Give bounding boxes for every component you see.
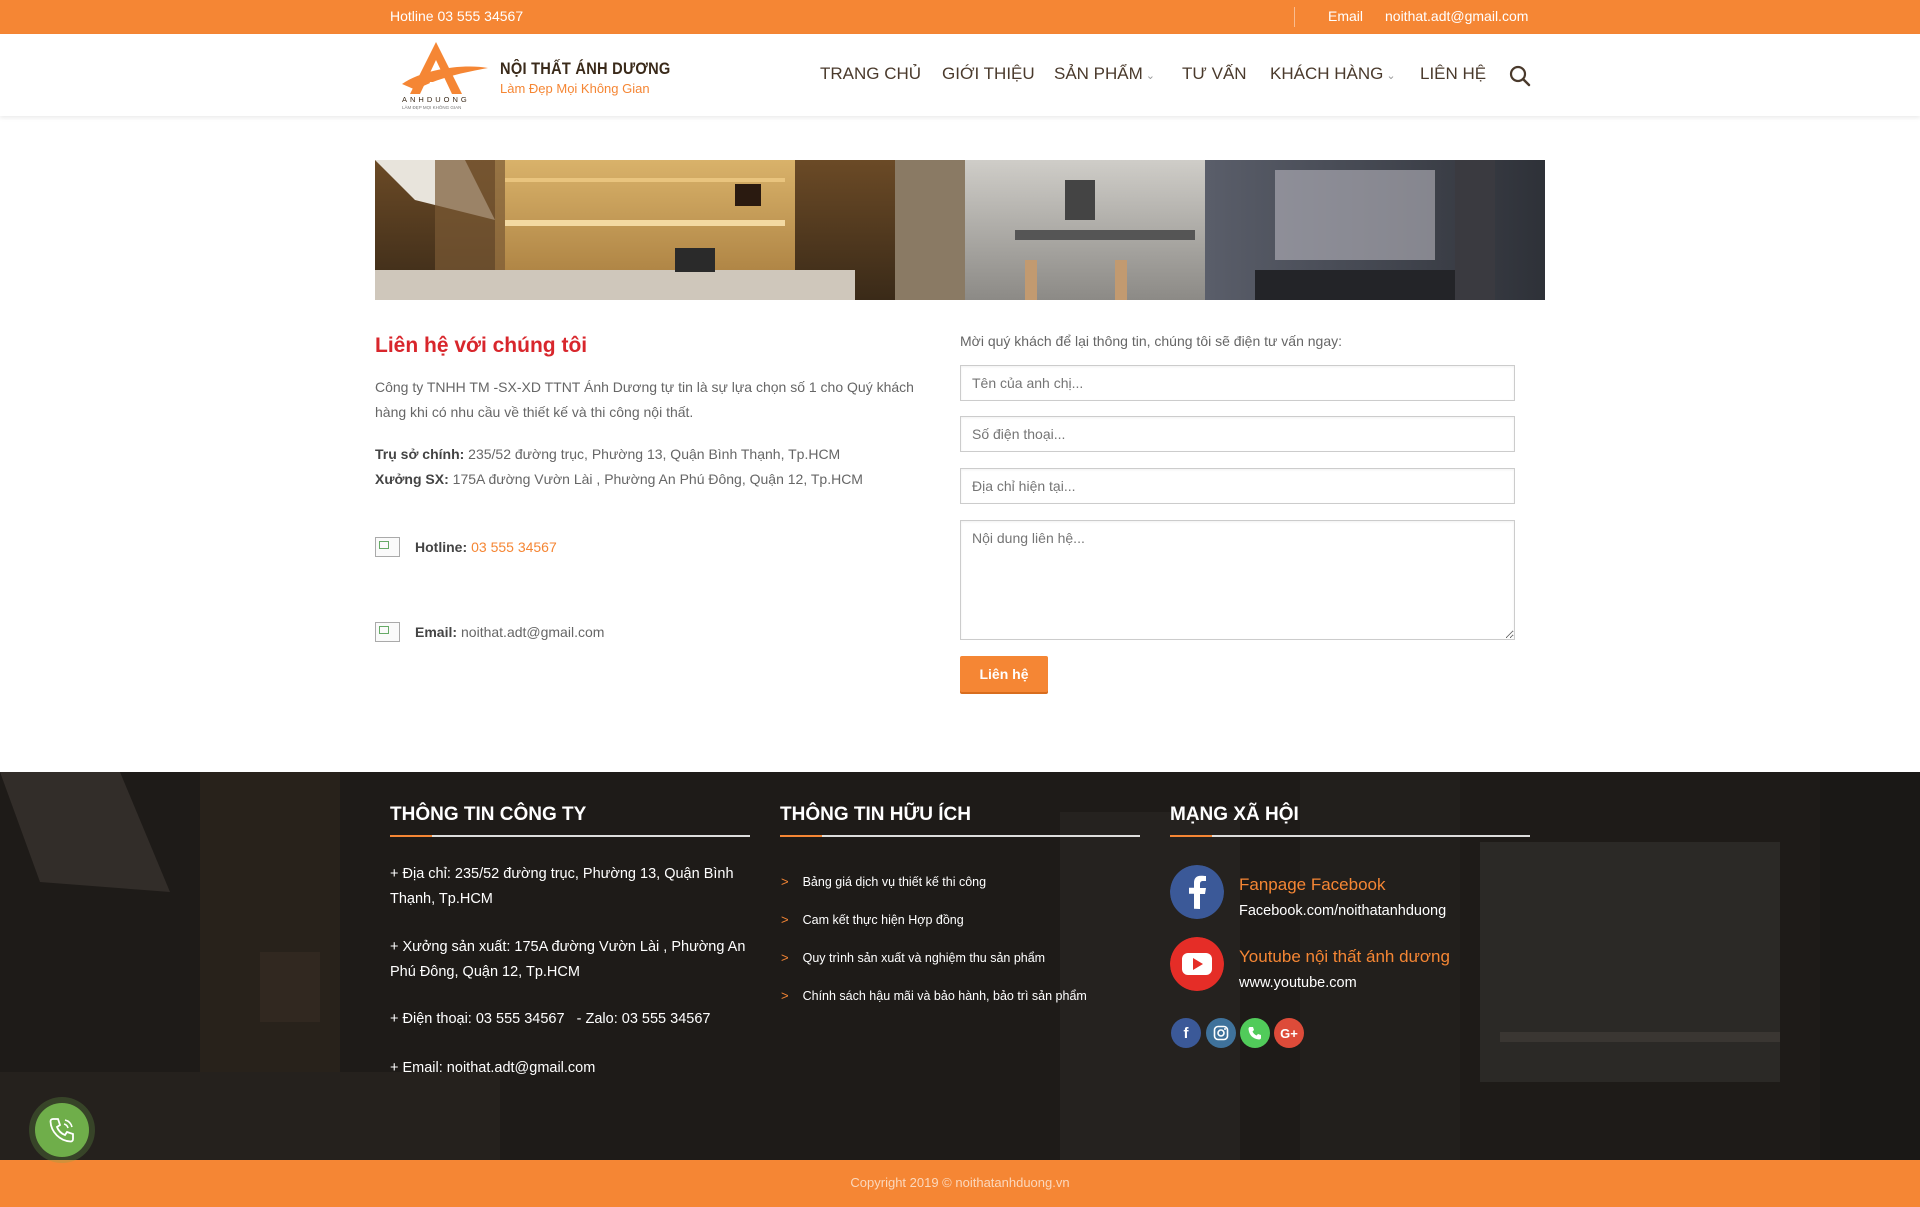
chevron-right-icon: > [781,912,789,927]
footer-company-phone: + Điện thoại: 03 555 34567 - Zalo: 03 55… [390,1011,711,1027]
topbar-hotline[interactable]: Hotline 03 555 34567 [390,8,523,24]
footer-link-warranty[interactable]: > Chính sách hậu mãi và bảo hành, bảo trì… [781,988,1087,1003]
logo-slogan: Làm Đẹp Mọi Không Gian [500,81,650,96]
message-textarea[interactable] [960,520,1515,640]
nav-label: LIÊN HỆ [1420,64,1487,83]
factory-value: 175A đường Vườn Lài , Phường An Phú Đông… [448,471,863,487]
divider-accent [390,835,432,837]
facebook-title-link[interactable]: Fanpage Facebook [1239,875,1386,895]
top-bar: Hotline 03 555 34567 Email noithat.adt@g… [0,0,1920,34]
footer-company-factory: + Xưởng sản xuất: 175A đường Vườn Lài , … [390,939,746,980]
site-logo[interactable]: ANHDUONG LÀM ĐẸP MỌI KHÔNG GIAN NỘI THẤT… [396,38,670,112]
nav-item-customers[interactable]: KHÁCH HÀNG ⌄ [1270,64,1396,84]
name-input[interactable] [960,365,1515,401]
search-icon[interactable] [1509,65,1531,87]
chevron-right-icon: > [781,950,789,965]
topbar-divider [1294,7,1295,27]
footer-link-label: Cam kết thực hiện Hợp đồng [802,913,964,927]
footer-useful-divider [780,835,1140,837]
nav-label: KHÁCH HÀNG [1270,64,1384,83]
google-plus-icon[interactable]: G+ [1274,1018,1304,1048]
chevron-down-icon: ⌄ [1386,70,1396,82]
contact-hotline: Hotline: 03 555 34567 [375,537,557,557]
phone-input[interactable] [960,416,1515,452]
head-office-address: Trụ sở chính: 235/52 đường trục, Phường … [375,446,840,462]
footer-link-label: Quy trình sản xuất và nghiệm thu sản phẩ… [802,951,1046,965]
logo-brand-name: NỘI THẤT ÁNH DƯƠNG [500,59,671,78]
chevron-right-icon: > [781,874,789,889]
hotline-link[interactable]: 03 555 34567 [471,539,557,555]
head-office-value: 235/52 đường trục, Phường 13, Quận Bình … [464,446,841,462]
contact-email: Email: noithat.adt@gmail.com [375,622,604,642]
nav-label: GIỚI THIỆU [942,64,1035,83]
contact-title: Liên hệ với chúng tôi [375,334,588,357]
phone-icon [49,1118,74,1143]
topbar-email-link[interactable]: noithat.adt@gmail.com [1385,8,1528,24]
facebook-icon[interactable]: f [1171,1018,1201,1048]
submit-contact-button[interactable]: Liên hệ [960,656,1048,692]
footer-company-email: + Email: noithat.adt@gmail.com [390,1060,596,1076]
factory-label: Xưởng SX: [375,471,449,487]
email-label: Email: [415,624,458,640]
email-link[interactable]: noithat.adt@gmail.com [461,624,604,640]
youtube-icon[interactable] [1170,937,1224,991]
nav-item-about[interactable]: GIỚI THIỆU [942,64,1035,84]
nav-label: TƯ VẤN [1182,64,1247,83]
form-intro: Mời quý khách để lại thông tin, chúng tô… [960,333,1343,349]
footer-background-image [0,772,1920,1160]
footer-link-pricing[interactable]: > Bảng giá dịch vụ thiết kế thi công [781,874,986,889]
facebook-icon[interactable] [1170,865,1224,919]
factory-address: Xưởng SX: 175A đường Vườn Lài , Phường A… [375,471,863,487]
hotline-label: Hotline: [415,539,468,555]
footer-link-label: Chính sách hậu mãi và bảo hành, bảo trì … [802,989,1087,1003]
nav-label: SẢN PHẨM [1054,64,1143,83]
interior-banner-image [375,160,1545,300]
facebook-url[interactable]: Facebook.com/noithatanhduong [1239,903,1446,919]
nav-label: TRANG CHỦ [820,64,922,83]
footer-link-process[interactable]: > Quy trình sản xuất và nghiệm thu sản ph… [781,950,1045,965]
broken-image-icon [375,622,400,642]
footer-social-divider [1170,835,1530,837]
youtube-url[interactable]: www.youtube.com [1239,975,1357,991]
footer-useful-title: THÔNG TIN HỮU ÍCH [780,804,971,825]
divider-accent [1170,835,1212,837]
footer-company-divider [390,835,750,837]
footer-company-address: + Địa chỉ: 235/52 đường trục, Phường 13,… [390,866,734,907]
footer-link-commitment[interactable]: > Cam kết thực hiện Hợp đồng [781,912,964,927]
logo-mark-icon: ANHDUONG LÀM ĐẸP MỌI KHÔNG GIAN [402,42,488,110]
divider-accent [780,835,822,837]
instagram-icon[interactable] [1206,1018,1236,1048]
phone-glyph [1248,1027,1261,1040]
nav-item-consulting[interactable]: TƯ VẤN [1182,64,1247,84]
chevron-right-icon: > [781,988,789,1003]
head-office-label: Trụ sở chính: [375,446,465,462]
topbar-email-label: Email [1328,8,1364,24]
broken-image-icon [375,537,400,557]
copyright-bar: Copyright 2019 © noithatanhduong.vn [0,1160,1920,1207]
footer-link-label: Bảng giá dịch vụ thiết kế thi công [802,875,987,889]
floating-call-button[interactable] [35,1103,89,1157]
logo-mark-sub: LÀM ĐẸP MỌI KHÔNG GIAN [402,104,461,110]
nav-item-products[interactable]: SẢN PHẨM ⌄ [1054,64,1155,84]
chevron-down-icon: ⌄ [1145,70,1156,82]
footer-company-title: THÔNG TIN CÔNG TY [390,804,587,825]
phone-icon[interactable] [1240,1018,1270,1048]
logo-mark-text: ANHDUONG [402,95,470,104]
nav-item-contact[interactable]: LIÊN HỆ [1420,64,1486,84]
nav-item-home[interactable]: TRANG CHỦ [820,64,921,84]
youtube-title-link[interactable]: Youtube nội thất ánh dương [1239,947,1450,967]
site-header: ANHDUONG LÀM ĐẸP MỌI KHÔNG GIAN NỘI THẤT… [0,34,1920,116]
instagram-glyph [1213,1025,1229,1041]
site-footer: THÔNG TIN CÔNG TY + Địa chỉ: 235/52 đườn… [0,772,1920,1160]
copyright-text: Copyright 2019 © noithatanhduong.vn [850,1175,1070,1190]
address-input[interactable] [960,468,1515,504]
contact-intro: Công ty TNHH TM -SX-XD TTNT Ánh Dương tự… [375,379,914,420]
footer-social-title: MẠNG XÃ HỘI [1170,804,1299,825]
